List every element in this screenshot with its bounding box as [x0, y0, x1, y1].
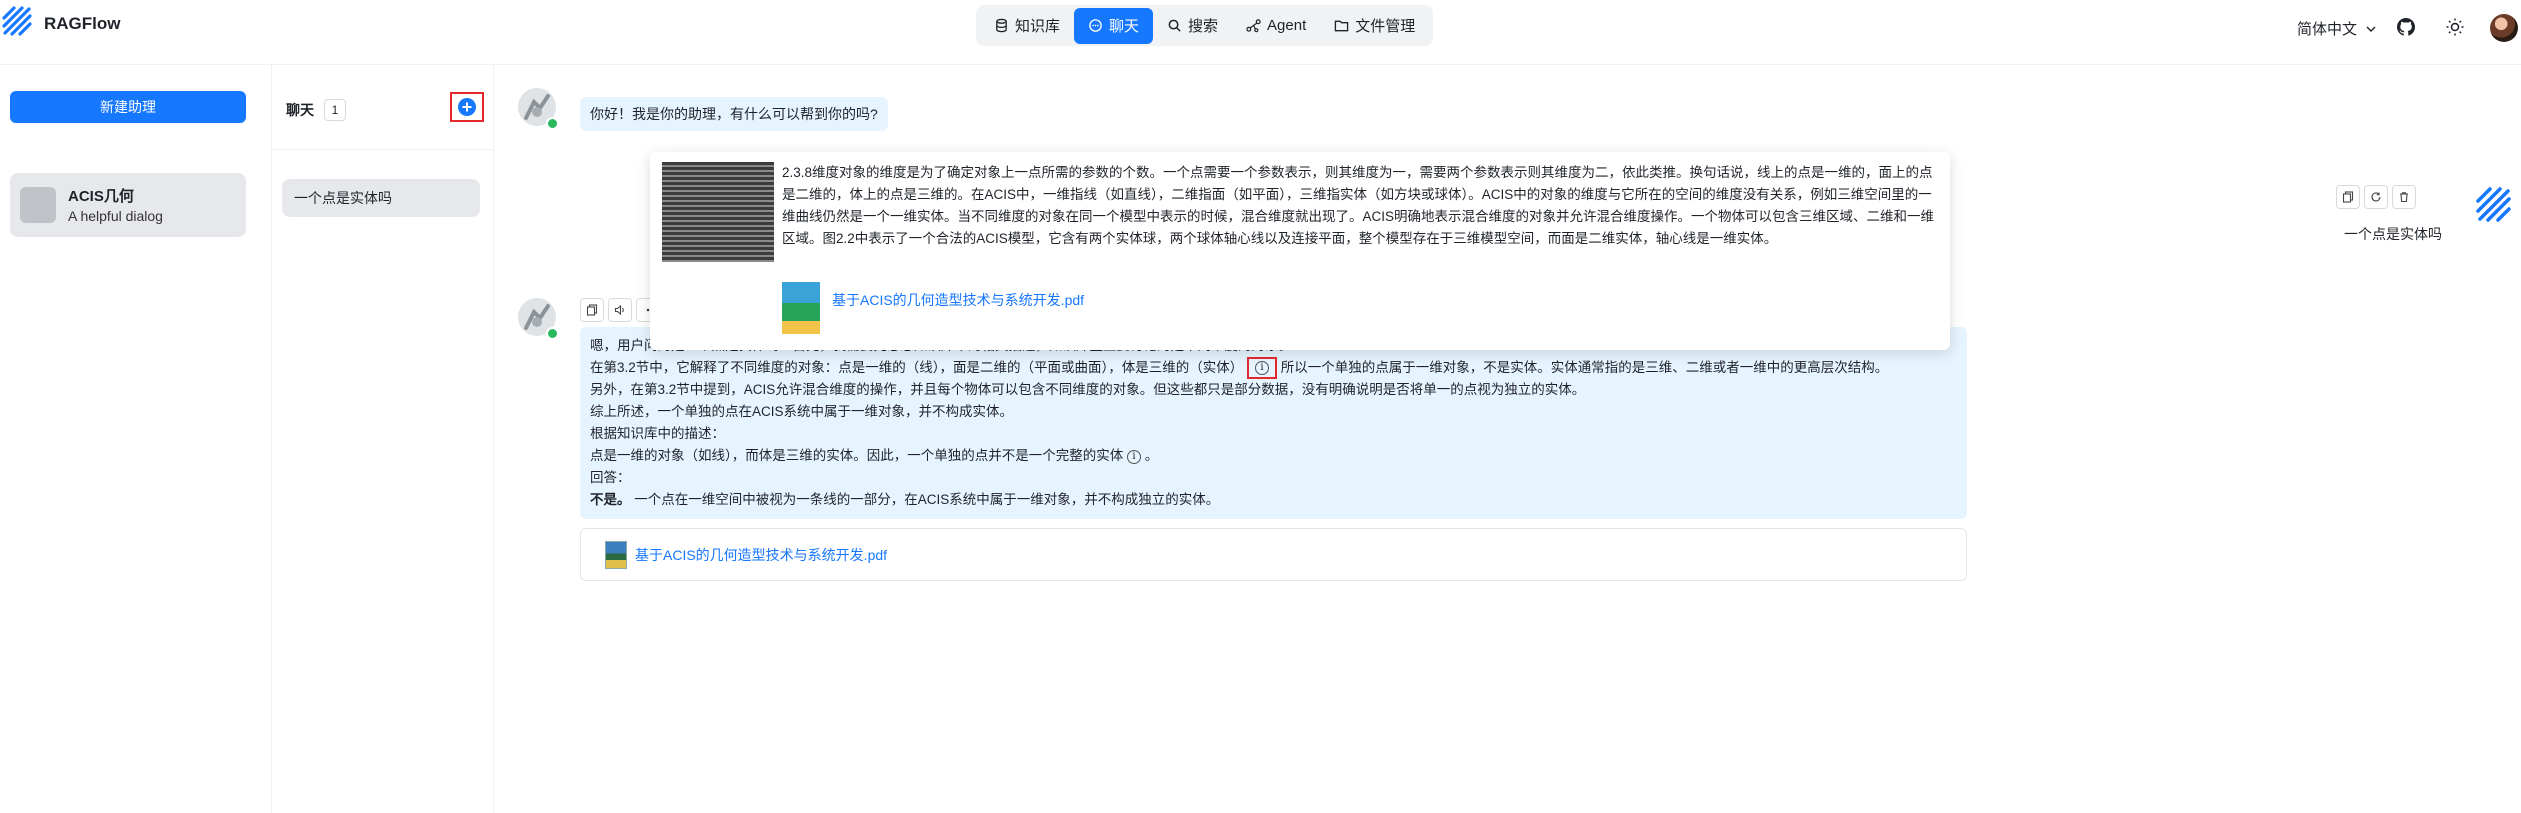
user-avatar[interactable] — [2490, 14, 2518, 42]
answer-line: 另外，在第3.2节中提到，ACIS允许混合维度的操作，并且每个物体可以包含不同维… — [590, 382, 1586, 398]
conversation-title: 聊天 — [286, 102, 314, 118]
refresh-icon — [2371, 192, 2381, 202]
assistant-description: A helpful dialog — [68, 208, 163, 224]
ragflow-logo[interactable] — [0, 4, 34, 38]
answer-line: 综上所述，一个单独的点在ACIS系统中属于一维对象，并不构成实体。 — [590, 404, 1014, 420]
nav-knowledge-base[interactable]: 知识库 — [980, 8, 1074, 44]
app-title: RAGFlow — [44, 14, 121, 33]
github-icon[interactable] — [2393, 14, 2419, 40]
agent-icon — [1246, 19, 1261, 33]
conversation-header: 聊天 1 — [286, 99, 346, 121]
copy-icon — [586, 304, 598, 316]
user-message-avatar — [2476, 187, 2511, 222]
trash-icon — [2400, 192, 2408, 203]
language-label: 简体中文 — [2297, 21, 2358, 38]
regenerate-button[interactable] — [2364, 185, 2388, 209]
theme-toggle-sun-icon[interactable] — [2442, 14, 2468, 40]
divider — [272, 149, 493, 150]
citation-popover: 2.3.8维度对象的维度是为了确定对象上一点所需的参数的个数。一个点需要一个参数… — [650, 152, 1950, 350]
conversation-item[interactable]: 一个点是实体吗 — [282, 179, 480, 217]
assistant-sidebar: 新建助理 ACIS几何 A helpful dialog — [0, 65, 272, 813]
folder-icon — [1335, 20, 1349, 32]
online-status-dot — [546, 327, 559, 340]
nav-file-management[interactable]: 文件管理 — [1320, 8, 1429, 44]
copy-button[interactable] — [580, 298, 604, 322]
answer-text: 在第3.2节中，它解释了不同维度的对象：点是一维的（线），面是二维的（平面或曲面… — [590, 360, 1244, 375]
message-action-bar — [580, 298, 660, 322]
info-icon: i — [1255, 361, 1270, 376]
popover-document-link[interactable]: 基于ACIS的几何造型技术与系统开发.pdf — [832, 290, 1084, 310]
chunk-image-thumbnail — [662, 162, 774, 262]
nav-label: 聊天 — [1109, 18, 1140, 35]
answer-text: 一个点在一维空间中被视为一条线的一部分，在ACIS系统中属于一维对象，并不构成独… — [634, 492, 1220, 508]
nav-label: Agent — [1267, 17, 1307, 34]
user-question: 一个点是实体吗 — [2344, 226, 2442, 242]
nav-label: 知识库 — [1015, 18, 1061, 35]
copy-icon — [2342, 191, 2354, 203]
answer-line: 回答： — [590, 470, 631, 486]
question-action-bar — [2336, 185, 2416, 209]
main-nav: 知识库 聊天 搜索 Agent 文件管理 — [976, 5, 1434, 46]
chunk-text: 2.3.8维度对象的维度是为了确定对象上一点所需的参数的个数。一个点需要一个参数… — [782, 165, 1935, 246]
answer-line-with-citation: 点是一维的对象（如线），而体是三维的实体。因此，一个单独的点并不是一个完整的实体… — [590, 445, 1957, 467]
add-conversation-button[interactable] — [450, 92, 484, 122]
copy-question-button[interactable] — [2336, 185, 2360, 209]
greeting-message: 你好！我是你的助理，有什么可以帮到你的吗? — [580, 97, 888, 131]
sound-icon — [614, 304, 624, 316]
pdf-book-thumbnail — [782, 282, 820, 334]
online-status-dot — [546, 117, 559, 130]
delete-button[interactable] — [2392, 185, 2416, 209]
nav-label: 文件管理 — [1355, 18, 1416, 35]
nav-search[interactable]: 搜索 — [1153, 8, 1232, 44]
answer-line: 不是。 一个点在一维空间中被视为一条线的一部分，在ACIS系统中属于一维对象，并… — [590, 489, 1957, 511]
nav-label: 搜索 — [1188, 18, 1219, 35]
answer-text: 。 — [1144, 448, 1159, 464]
assistant-answer: 嗯，用户问的是一个点是实体吗？首先，我需要先想想知识库中的相关描述，知识库里主要… — [580, 327, 1967, 519]
pdf-book-thumbnail — [605, 540, 627, 569]
assistant-avatar — [20, 187, 56, 223]
answer-verdict: 不是。 — [590, 492, 631, 508]
info-icon[interactable]: i — [1127, 449, 1142, 464]
reference-document-link[interactable]: 基于ACIS的几何造型技术与系统开发.pdf — [635, 545, 887, 565]
answer-text: 所以一个单独的点属于一维对象，不是实体。实体通常指的是三维、二维或者一维中的更高… — [1280, 360, 1889, 375]
database-icon — [996, 18, 1007, 33]
assistant-card[interactable]: ACIS几何 A helpful dialog — [10, 173, 246, 237]
conversation-list: 聊天 1 一个点是实体吗 — [272, 65, 494, 813]
read-aloud-button[interactable] — [608, 298, 632, 322]
citation-button[interactable]: i — [1247, 357, 1278, 380]
answer-line: 根据知识库中的描述： — [590, 426, 725, 442]
conversation-count-badge: 1 — [324, 99, 346, 121]
nav-agent[interactable]: Agent — [1232, 8, 1320, 44]
language-selector[interactable]: 简体中文 — [2297, 18, 2377, 39]
reference-document-card[interactable]: 基于ACIS的几何造型技术与系统开发.pdf — [580, 528, 1967, 581]
assistant-name: ACIS几何 — [68, 188, 134, 205]
answer-line-with-citation: 在第3.2节中，它解释了不同维度的对象：点是一维的（线），面是二维的（平面或曲面… — [590, 357, 1957, 380]
chevron-down-icon — [2366, 26, 2376, 32]
new-assistant-button[interactable]: 新建助理 — [10, 91, 246, 123]
plus-circle-icon — [458, 98, 476, 116]
chat-icon — [1089, 19, 1102, 32]
nav-chat[interactable]: 聊天 — [1074, 7, 1154, 44]
top-bar: RAGFlow 知识库 聊天 搜索 Agent 文件管理 简体中文 — [0, 0, 2521, 65]
search-icon — [1168, 19, 1181, 32]
answer-text: 点是一维的对象（如线），而体是三维的实体。因此，一个单独的点并不是一个完整的实体 — [590, 448, 1124, 464]
